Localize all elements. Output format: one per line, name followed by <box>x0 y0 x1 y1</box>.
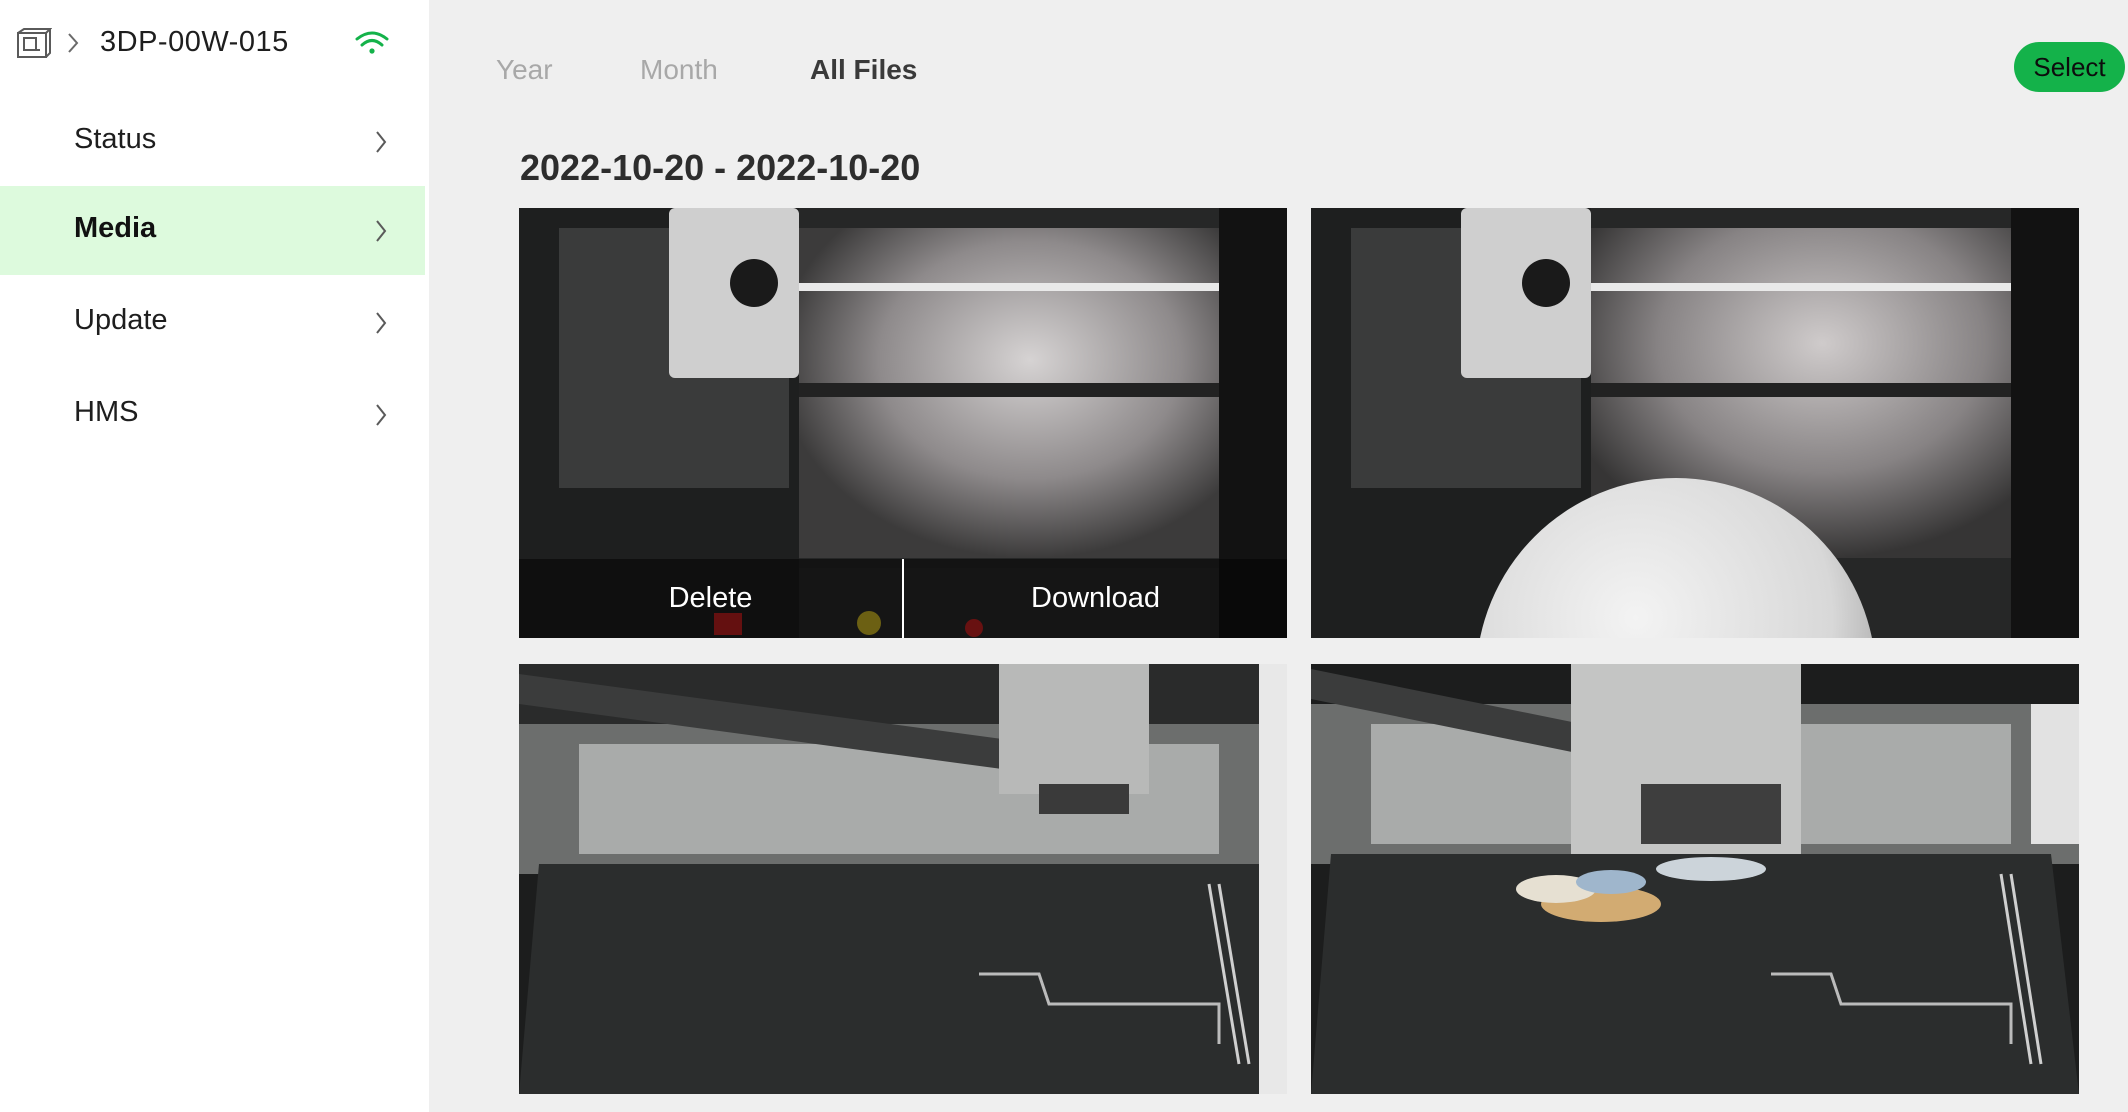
media-thumbnail[interactable] <box>1311 208 2079 638</box>
select-button[interactable]: Select <box>2014 42 2125 92</box>
timelapse-image <box>1311 208 2079 638</box>
media-thumbnail[interactable] <box>519 664 1287 1094</box>
tab-month[interactable]: Month <box>640 54 718 86</box>
wifi-icon <box>355 31 389 54</box>
sidebar-item-label: HMS <box>74 396 139 428</box>
media-thumbnail[interactable]: Delete Download <box>519 208 1287 638</box>
chevron-right-icon <box>376 220 387 242</box>
sidebar-item-media[interactable]: Media <box>0 186 425 275</box>
sidebar-item-label: Media <box>74 212 157 244</box>
tab-all-files[interactable]: All Files <box>810 54 917 86</box>
delete-button[interactable]: Delete <box>519 559 902 638</box>
timelapse-image <box>519 664 1287 1094</box>
tab-year[interactable]: Year <box>496 54 553 86</box>
chevron-right-icon <box>376 131 387 153</box>
delete-label: Delete <box>668 582 753 614</box>
date-range-heading: 2022-10-20 - 2022-10-20 <box>520 147 921 188</box>
sidebar-item-hms[interactable]: HMS <box>0 370 425 459</box>
file-actions-overlay: Delete Download <box>519 559 1287 638</box>
printer-box-icon <box>17 28 52 58</box>
chevron-right-icon <box>376 312 387 334</box>
sidebar-item-label: Status <box>74 123 157 155</box>
chevron-right-icon <box>68 33 79 53</box>
media-thumbnail[interactable] <box>1311 664 2079 1094</box>
media-panel: Year Month All Files Select 2022-10-20 -… <box>429 0 2128 1112</box>
download-button[interactable]: Download <box>904 559 1287 638</box>
sidebar: 3DP-00W-015 Status Media Update HMS <box>0 0 427 1112</box>
device-name: 3DP-00W-015 <box>100 26 289 58</box>
chevron-right-icon <box>376 404 387 426</box>
select-button-label: Select <box>2033 51 2106 82</box>
sidebar-item-status[interactable]: Status <box>0 97 425 186</box>
sidebar-item-update[interactable]: Update <box>0 278 425 367</box>
sidebar-item-label: Update <box>74 304 168 336</box>
timelapse-image <box>1311 664 2079 1094</box>
device-header[interactable]: 3DP-00W-015 <box>0 0 427 90</box>
download-label: Download <box>1031 582 1160 614</box>
